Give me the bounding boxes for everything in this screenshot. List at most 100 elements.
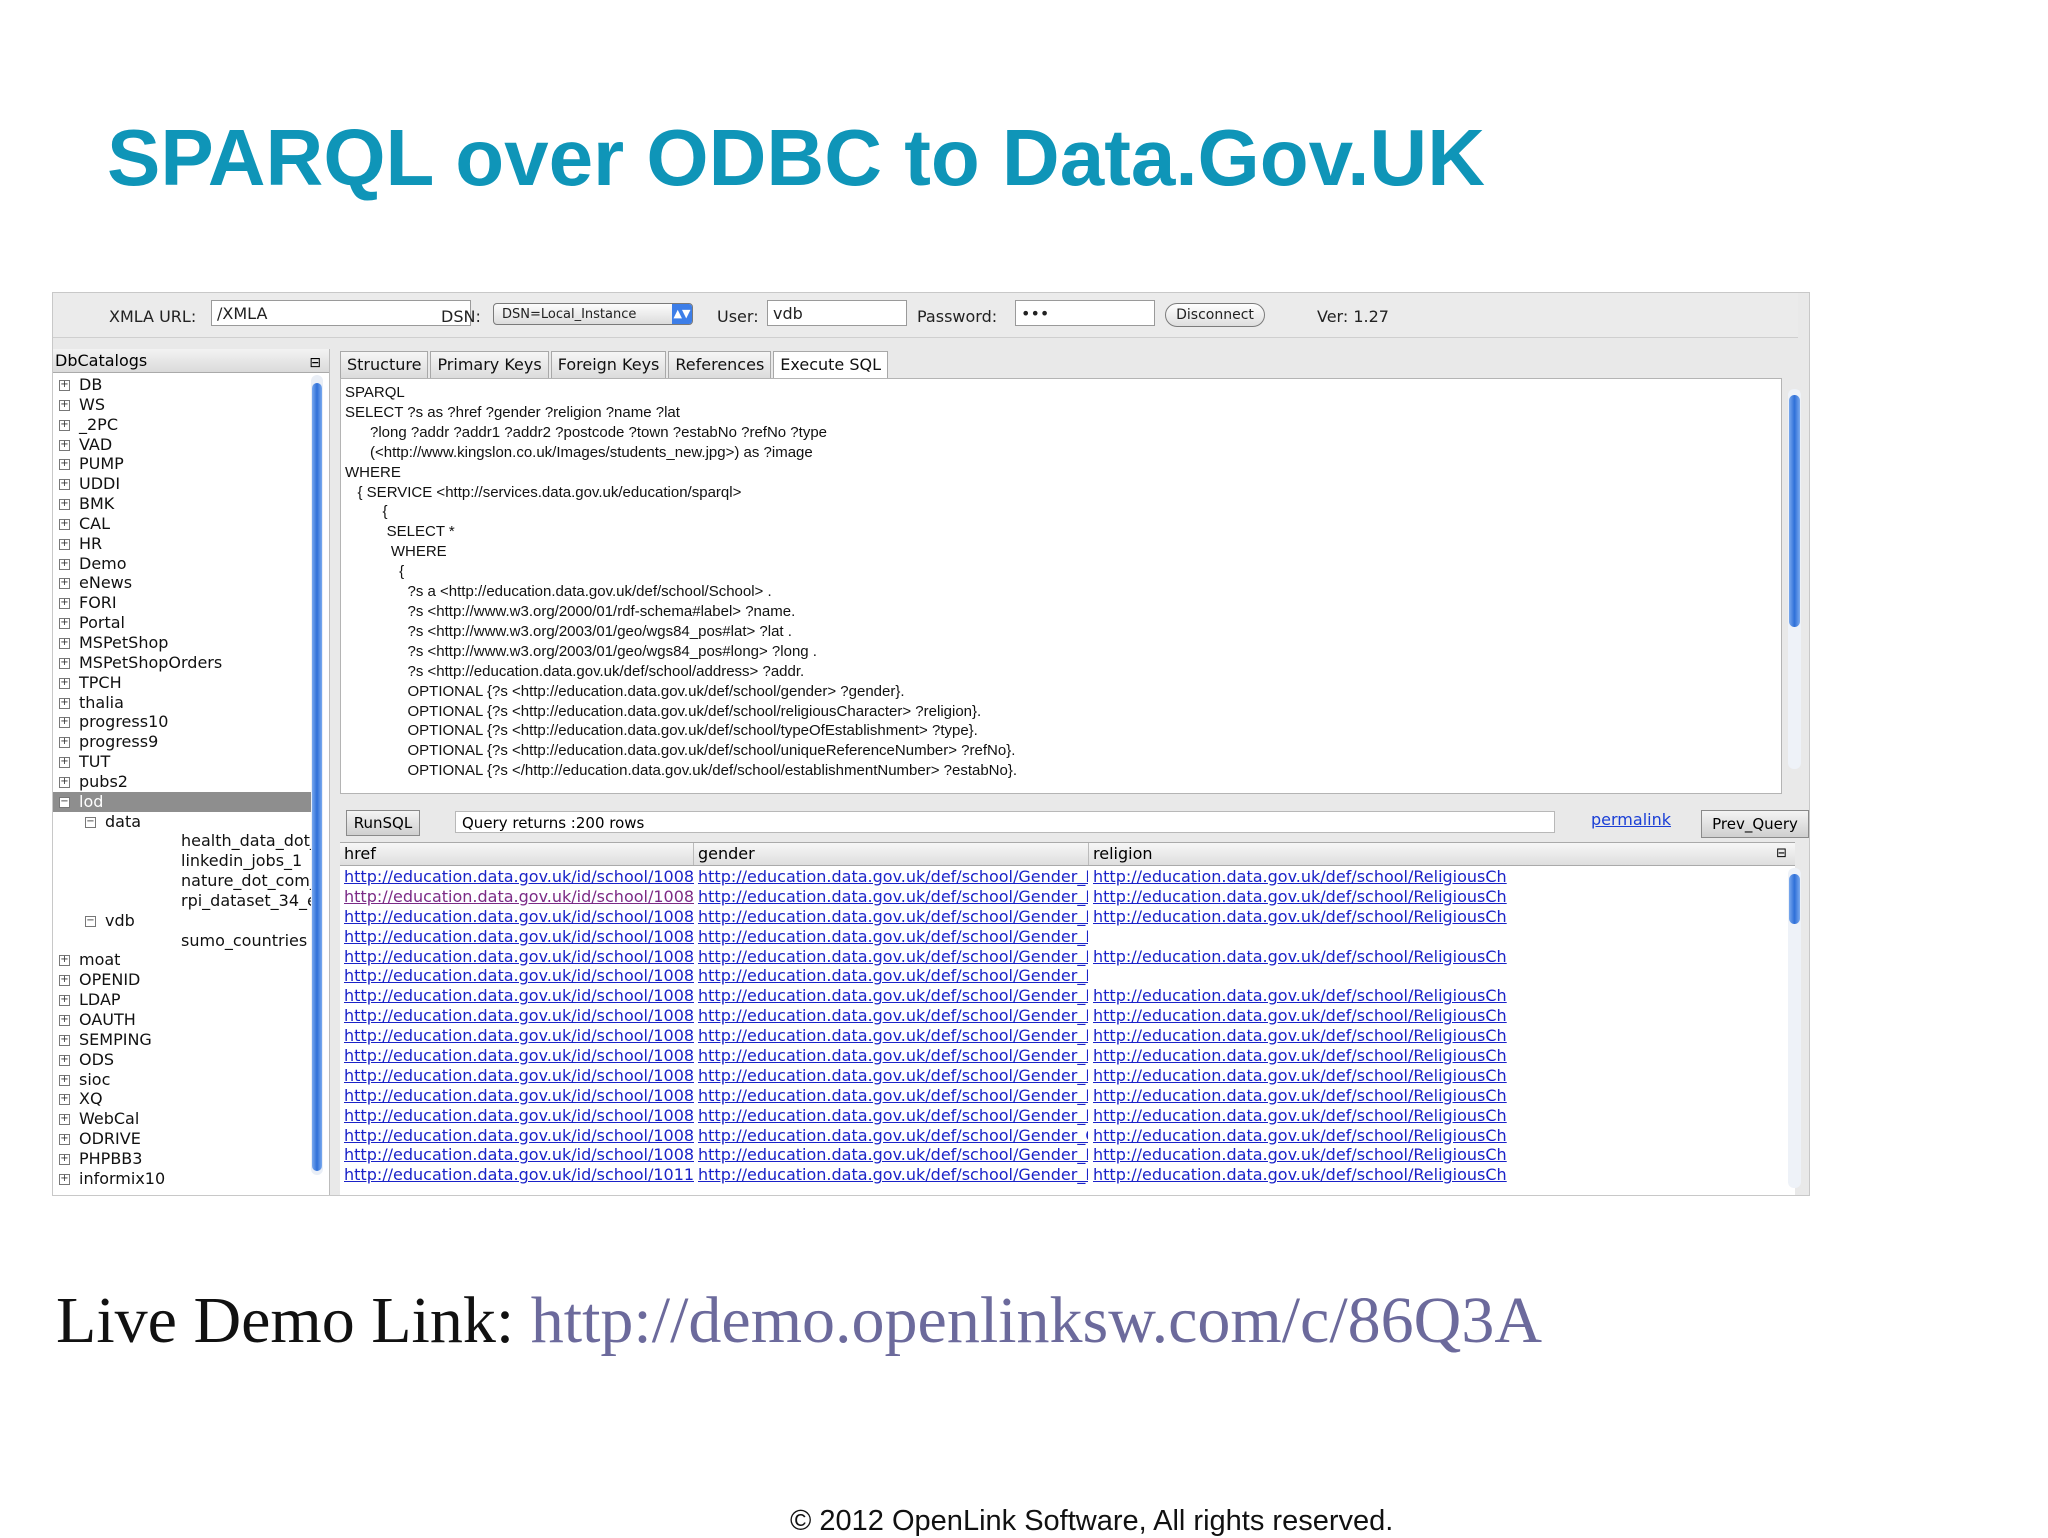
cell-religion-link[interactable]: http://education.data.gov.uk/def/school/…: [1093, 1086, 1775, 1106]
tree-item[interactable]: + progress10: [53, 712, 311, 732]
tree-item[interactable]: + thalia: [53, 693, 311, 713]
expand-icon[interactable]: +: [59, 737, 70, 749]
cell-religion-link[interactable]: http://education.data.gov.uk/def/school/…: [1093, 1026, 1775, 1046]
tree-item[interactable]: health_data_dot_gov: [53, 831, 311, 851]
expand-icon[interactable]: +: [59, 558, 70, 570]
expand-icon[interactable]: +: [59, 1114, 70, 1126]
cell-href-link[interactable]: http://education.data.gov.uk/id/school/1…: [344, 986, 694, 1006]
permalink-link[interactable]: permalink: [1591, 810, 1671, 829]
dsn-select[interactable]: DSN=Local_Instance ▲▼: [493, 303, 693, 325]
expand-icon[interactable]: +: [59, 618, 70, 630]
disconnect-button[interactable]: Disconnect: [1165, 303, 1265, 327]
tree-item[interactable]: + sioc: [53, 1070, 311, 1090]
cell-religion-link[interactable]: http://education.data.gov.uk/def/school/…: [1093, 907, 1775, 927]
tree-item[interactable]: + eNews: [53, 573, 311, 593]
cell-href-link[interactable]: http://education.data.gov.uk/id/school/1…: [344, 927, 694, 947]
expand-icon[interactable]: +: [59, 1173, 70, 1185]
tree-item[interactable]: + UDDI: [53, 474, 311, 494]
tree-item[interactable]: + PUMP: [53, 454, 311, 474]
tree-item[interactable]: rpi_dataset_34_earth: [53, 891, 311, 911]
tab-foreign-keys[interactable]: Foreign Keys: [550, 351, 667, 378]
tree-item[interactable]: + PHPBB3: [53, 1149, 311, 1169]
expand-icon[interactable]: +: [59, 518, 70, 530]
tree-item[interactable]: − data: [53, 812, 311, 832]
tree-item[interactable]: + moat: [53, 950, 311, 970]
cell-gender-link[interactable]: http://education.data.gov.uk/def/school/…: [698, 1046, 1088, 1066]
tree-item[interactable]: + WebCal: [53, 1109, 311, 1129]
tree-item[interactable]: linkedin_jobs_1: [53, 851, 311, 871]
tree-item[interactable]: + TUT: [53, 752, 311, 772]
expand-icon[interactable]: +: [59, 598, 70, 610]
expand-icon[interactable]: +: [59, 479, 70, 491]
expand-icon[interactable]: +: [59, 717, 70, 729]
editor-scrollbar[interactable]: [1788, 389, 1801, 769]
cell-href-link[interactable]: http://education.data.gov.uk/id/school/1…: [344, 887, 694, 907]
tab-references[interactable]: References: [668, 351, 772, 378]
expand-icon[interactable]: +: [59, 538, 70, 550]
xmla-url-input[interactable]: /XMLA: [211, 300, 471, 326]
tree-item[interactable]: + OPENID: [53, 970, 311, 990]
column-header-href[interactable]: href: [340, 843, 694, 865]
cell-href-link[interactable]: http://education.data.gov.uk/id/school/1…: [344, 1106, 694, 1126]
tab-primary-keys[interactable]: Primary Keys: [430, 351, 549, 378]
expand-icon[interactable]: +: [59, 459, 70, 471]
expand-icon[interactable]: +: [59, 677, 70, 689]
cell-gender-link[interactable]: http://education.data.gov.uk/def/school/…: [698, 1026, 1088, 1046]
expand-icon[interactable]: +: [59, 995, 70, 1007]
tree-item[interactable]: − vdb: [53, 911, 311, 931]
expand-icon[interactable]: +: [59, 975, 70, 987]
cell-href-link[interactable]: http://education.data.gov.uk/id/school/1…: [344, 1086, 694, 1106]
catalog-scroll-thumb[interactable]: [312, 383, 322, 1171]
tab-structure[interactable]: Structure: [340, 351, 429, 378]
cell-religion-link[interactable]: http://education.data.gov.uk/def/school/…: [1093, 1165, 1775, 1185]
editor-scroll-thumb[interactable]: [1789, 395, 1800, 627]
cell-href-link[interactable]: http://education.data.gov.uk/id/school/1…: [344, 1165, 694, 1185]
expand-icon[interactable]: +: [59, 1015, 70, 1026]
cell-gender-link[interactable]: http://education.data.gov.uk/def/school/…: [698, 1106, 1088, 1126]
cell-href-link[interactable]: http://education.data.gov.uk/id/school/1…: [344, 947, 694, 967]
expand-icon[interactable]: +: [59, 657, 70, 669]
tree-item[interactable]: + Portal: [53, 613, 311, 633]
expand-icon[interactable]: +: [59, 1134, 70, 1146]
tree-item[interactable]: + Demo: [53, 554, 311, 574]
expand-icon[interactable]: +: [59, 1054, 70, 1066]
cell-href-link[interactable]: http://education.data.gov.uk/id/school/1…: [344, 1046, 694, 1066]
expand-icon[interactable]: +: [59, 1094, 70, 1106]
tab-execute-sql[interactable]: Execute SQL: [773, 351, 889, 380]
collapse-icon[interactable]: −: [85, 915, 96, 927]
cell-gender-link[interactable]: http://education.data.gov.uk/def/school/…: [698, 966, 1088, 986]
cell-religion-link[interactable]: http://education.data.gov.uk/def/school/…: [1093, 1046, 1775, 1066]
sql-text[interactable]: SPARQL SELECT ?s as ?href ?gender ?relig…: [341, 379, 1781, 785]
cell-gender-link[interactable]: http://education.data.gov.uk/def/school/…: [698, 1066, 1088, 1086]
cell-religion-link[interactable]: http://education.data.gov.uk/def/school/…: [1093, 867, 1775, 887]
collapse-icon[interactable]: −: [85, 816, 96, 828]
expand-icon[interactable]: +: [59, 578, 70, 590]
tree-item[interactable]: + DB: [53, 375, 311, 395]
tree-item[interactable]: + TPCH: [53, 673, 311, 693]
tree-item[interactable]: + informix10: [53, 1169, 311, 1189]
tree-item[interactable]: + FORI: [53, 593, 311, 613]
tree-item[interactable]: + HR: [53, 534, 311, 554]
expand-icon[interactable]: +: [59, 419, 70, 431]
tree-item[interactable]: − lod: [53, 791, 311, 812]
expand-icon[interactable]: +: [59, 697, 70, 709]
tree-item[interactable]: + ODS: [53, 1050, 311, 1070]
tree-item[interactable]: sumo_countries: [53, 931, 311, 951]
prev-query-button[interactable]: Prev_Query: [1701, 810, 1809, 838]
cell-religion-link[interactable]: http://education.data.gov.uk/def/school/…: [1093, 1066, 1775, 1086]
expand-icon[interactable]: +: [59, 1153, 70, 1165]
results-scrollbar[interactable]: [1788, 868, 1801, 1188]
expand-icon[interactable]: +: [59, 637, 70, 649]
user-input[interactable]: vdb: [767, 300, 907, 326]
tree-item[interactable]: + BMK: [53, 494, 311, 514]
collapse-icon[interactable]: −: [59, 796, 70, 808]
tree-item[interactable]: + WS: [53, 395, 311, 415]
pin-icon[interactable]: ⊟: [1776, 843, 1787, 865]
live-demo-url[interactable]: http://demo.openlinksw.com/c/86Q3A: [531, 1284, 1542, 1357]
expand-icon[interactable]: +: [59, 399, 70, 411]
cell-religion-link[interactable]: http://education.data.gov.uk/def/school/…: [1093, 887, 1775, 907]
cell-religion-link[interactable]: http://education.data.gov.uk/def/school/…: [1093, 1106, 1775, 1126]
column-header-gender[interactable]: gender: [694, 843, 1089, 865]
cell-href-link[interactable]: http://education.data.gov.uk/id/school/1…: [344, 1126, 694, 1146]
tree-item[interactable]: + _2PC: [53, 415, 311, 435]
